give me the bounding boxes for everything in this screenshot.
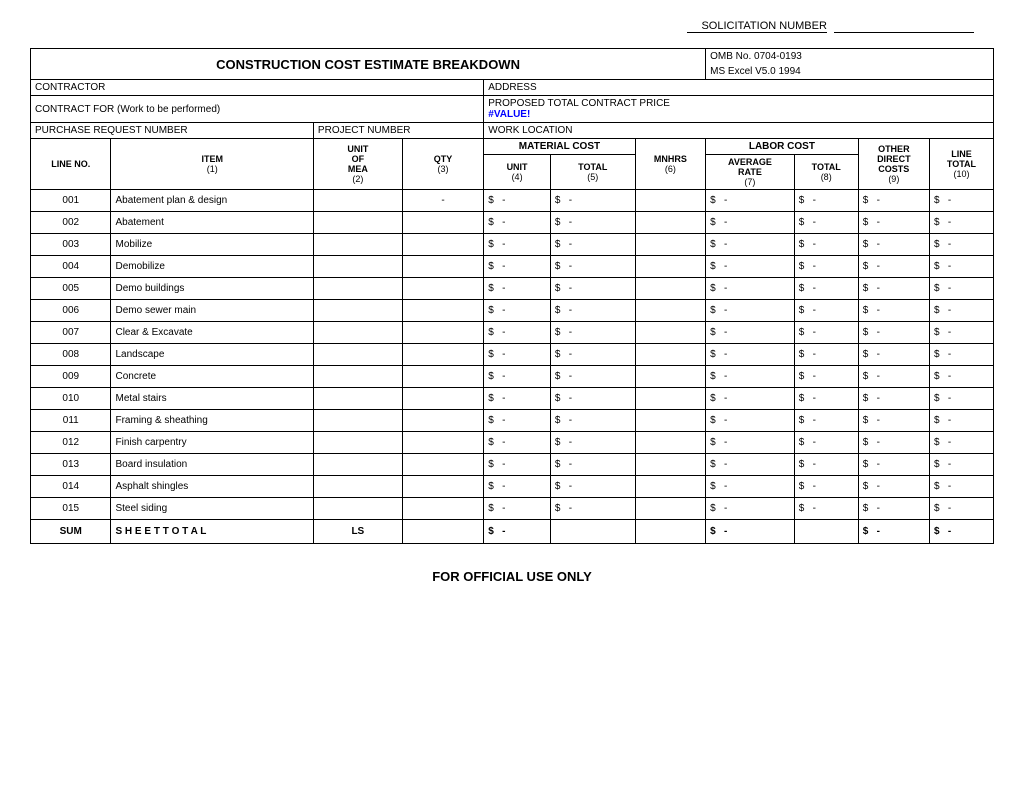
solicitation-line: SOLICITATION NUMBER xyxy=(30,20,994,33)
table-row: 015 Steel siding $ - $ - $ - $ - $ - $ - xyxy=(31,498,994,520)
solicitation-value xyxy=(834,20,974,33)
col-item: ITEM (1) xyxy=(111,139,313,190)
material-cost-group: MATERIAL COST xyxy=(484,139,635,155)
col-unit-of-mea: UNIT OF MEA (2) xyxy=(313,139,402,190)
table-row: 005 Demo buildings $ - $ - $ - $ - $ - $… xyxy=(31,278,994,300)
table-row: 014 Asphalt shingles $ - $ - $ - $ - $ -… xyxy=(31,476,994,498)
col-line-no: LINE NO. xyxy=(31,139,111,190)
col-unit-4: UNIT (4) xyxy=(484,155,551,190)
table-row: 004 Demobilize $ - $ - $ - $ - $ - $ - xyxy=(31,256,994,278)
table-row: 013 Board insulation $ - $ - $ - $ - $ -… xyxy=(31,454,994,476)
omb-info: OMB No. 0704-0193 MS Excel V5.0 1994 xyxy=(706,49,994,80)
solicitation-label: SOLICITATION NUMBER xyxy=(687,20,827,33)
sheet-total-label: S H E E T T O T A L xyxy=(111,520,313,544)
table-row: 011 Framing & sheathing $ - $ - $ - $ - … xyxy=(31,410,994,432)
main-table: CONSTRUCTION COST ESTIMATE BREAKDOWN OMB… xyxy=(30,48,994,544)
sum-unit: LS xyxy=(313,520,402,544)
table-row: 006 Demo sewer main $ - $ - $ - $ - $ - … xyxy=(31,300,994,322)
footer-text: FOR OFFICIAL USE ONLY xyxy=(30,569,994,584)
col-other-direct: OTHER DIRECT COSTS (9) xyxy=(858,139,929,190)
col-total-8: TOTAL (8) xyxy=(794,155,858,190)
table-row: 012 Finish carpentry $ - $ - $ - $ - $ -… xyxy=(31,432,994,454)
address-label: ADDRESS xyxy=(484,80,994,96)
contract-for-label: CONTRACT FOR (Work to be performed) xyxy=(31,96,484,123)
col-line-total: LINE TOTAL (10) xyxy=(929,139,993,190)
col-mnhrs: MNHRS (6) xyxy=(635,139,705,190)
sum-row: SUM S H E E T T O T A L LS $ - $ - $ - $… xyxy=(31,520,994,544)
proposed-total-cell: PROPOSED TOTAL CONTRACT PRICE #VALUE! xyxy=(484,96,994,123)
purchase-request-label: PURCHASE REQUEST NUMBER xyxy=(31,123,314,139)
value-error: #VALUE! xyxy=(488,109,530,120)
form-title: CONSTRUCTION COST ESTIMATE BREAKDOWN xyxy=(31,49,706,80)
sum-label: SUM xyxy=(31,520,111,544)
col-qty: QTY (3) xyxy=(402,139,484,190)
table-row: 009 Concrete $ - $ - $ - $ - $ - $ - xyxy=(31,366,994,388)
project-number-label: PROJECT NUMBER xyxy=(313,123,483,139)
table-row: 008 Landscape $ - $ - $ - $ - $ - $ - xyxy=(31,344,994,366)
table-row: 001 Abatement plan & design - $ - $ - $ … xyxy=(31,190,994,212)
table-row: 007 Clear & Excavate $ - $ - $ - $ - $ -… xyxy=(31,322,994,344)
col-total-5: TOTAL (5) xyxy=(550,155,635,190)
col-avg-rate: AVERAGE RATE (7) xyxy=(706,155,795,190)
labor-cost-group: LABOR COST xyxy=(706,139,859,155)
work-location-label: WORK LOCATION xyxy=(484,123,994,139)
contractor-label: CONTRACTOR xyxy=(31,80,484,96)
table-row: 003 Mobilize $ - $ - $ - $ - $ - $ - xyxy=(31,234,994,256)
table-row: 010 Metal stairs $ - $ - $ - $ - $ - $ - xyxy=(31,388,994,410)
table-row: 002 Abatement $ - $ - $ - $ - $ - $ - xyxy=(31,212,994,234)
